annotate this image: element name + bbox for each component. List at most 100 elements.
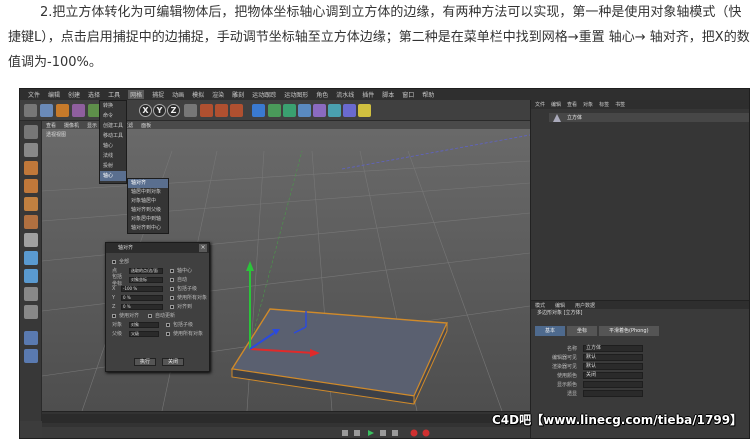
scale-icon[interactable] <box>72 104 85 117</box>
all-objects-checkbox[interactable] <box>170 295 174 300</box>
menu-tools[interactable]: 工具 <box>108 90 120 99</box>
apply-button[interactable]: 执行 <box>134 358 156 366</box>
deformer-icon[interactable] <box>313 104 326 117</box>
timeline-ruler[interactable] <box>42 414 530 423</box>
lock-workplane-icon[interactable] <box>24 305 38 319</box>
menu-plugins[interactable]: 插件 <box>362 90 374 99</box>
menu-script[interactable]: 脚本 <box>382 90 394 99</box>
attr-subtab-phong[interactable]: 平滑着色(Phong) <box>599 326 659 336</box>
om-tab-file[interactable]: 文件 <box>535 101 545 108</box>
edges-mode-icon[interactable] <box>24 215 38 229</box>
object-select[interactable]: 对象 <box>129 321 159 328</box>
auto-checkbox[interactable] <box>170 277 174 282</box>
camera-icon[interactable] <box>343 104 356 117</box>
submenu-item[interactable]: 对象居中到轴 <box>128 215 168 224</box>
center-checkbox[interactable] <box>170 268 174 273</box>
polygons-mode-icon[interactable] <box>24 233 38 247</box>
grid-icon[interactable] <box>24 331 38 345</box>
layer-icon[interactable] <box>24 349 38 363</box>
x-value-field[interactable]: -100 % <box>121 285 163 292</box>
submenu-item[interactable]: 对象轴居中 <box>128 197 168 206</box>
attr-render-visible-select[interactable]: 默认 <box>583 363 643 370</box>
z-value-field[interactable]: 0 % <box>121 303 163 310</box>
menu-character[interactable]: 角色 <box>316 90 328 99</box>
om-tab-edit[interactable]: 编辑 <box>551 101 561 108</box>
auto-update-checkbox[interactable] <box>148 313 153 318</box>
om-tab-bookmark[interactable]: 书签 <box>615 101 625 108</box>
children-checkbox[interactable] <box>170 286 174 291</box>
z-axis-button[interactable]: Z <box>167 104 180 117</box>
axis-mode-icon[interactable] <box>24 251 38 265</box>
attr-tab-edit[interactable]: 编辑 <box>555 302 565 309</box>
menu-select[interactable]: 选择 <box>88 90 100 99</box>
menu-file[interactable]: 文件 <box>28 90 40 99</box>
snap-icon[interactable] <box>24 269 38 283</box>
make-editable-icon[interactable] <box>24 125 38 139</box>
subdivision-icon[interactable] <box>283 104 296 117</box>
om-tab-object[interactable]: 对象 <box>583 101 593 108</box>
attr-xray-checkbox[interactable] <box>583 390 643 397</box>
points-select[interactable]: 选取的点/边/面 <box>129 267 163 274</box>
undo-icon[interactable] <box>24 104 37 117</box>
align-to-checkbox[interactable] <box>170 304 174 309</box>
include-children-checkbox[interactable] <box>166 322 170 327</box>
menu-item[interactable]: 法线 <box>100 151 126 161</box>
live-select-icon[interactable] <box>40 104 53 117</box>
coordinate-system-icon[interactable] <box>184 104 197 117</box>
viewport-tab-camera[interactable]: 摄像机 <box>64 122 79 129</box>
coords-select[interactable]: 对象坐标 <box>129 276 163 283</box>
use-align-checkbox[interactable] <box>112 313 116 318</box>
menu-mesh[interactable]: 网格 <box>128 90 145 99</box>
workplane-icon[interactable] <box>24 179 38 193</box>
menu-item[interactable]: 轴心 <box>100 141 126 151</box>
menu-item[interactable]: 投射 <box>100 161 126 171</box>
om-tab-tag[interactable]: 标签 <box>599 101 609 108</box>
texture-mode-icon[interactable] <box>24 161 38 175</box>
y-value-field[interactable]: 0 % <box>121 294 163 301</box>
render-picture-icon[interactable] <box>215 104 228 117</box>
viewport-tab-display[interactable]: 显示 <box>87 122 97 129</box>
model-mode-icon[interactable] <box>24 143 38 157</box>
attr-use-color-select[interactable]: 关闭 <box>583 372 643 379</box>
menu-item-axis[interactable]: 轴心 <box>100 171 126 181</box>
render-view-icon[interactable] <box>200 104 213 117</box>
pen-icon[interactable] <box>268 104 281 117</box>
tweak-icon[interactable] <box>24 287 38 301</box>
attr-name-field[interactable]: 立方体 <box>583 345 643 352</box>
viewport-tab-view[interactable]: 查看 <box>46 122 56 129</box>
points-mode-icon[interactable] <box>24 197 38 211</box>
dialog-close-icon[interactable]: × <box>199 244 207 252</box>
menu-edit[interactable]: 编辑 <box>48 90 60 99</box>
environment-icon[interactable] <box>328 104 341 117</box>
attr-tab-userdata[interactable]: 用户数据 <box>575 302 595 309</box>
menu-item[interactable]: 转换 <box>100 101 126 111</box>
submenu-item[interactable]: 轴居中到对象 <box>128 188 168 197</box>
submenu-item[interactable]: 轴对齐到父级 <box>128 206 168 215</box>
menu-item[interactable]: 创建工具 <box>100 121 126 131</box>
submenu-item[interactable]: 轴对齐到中心 <box>128 224 168 233</box>
attr-editor-visible-select[interactable]: 默认 <box>583 354 643 361</box>
array-icon[interactable] <box>298 104 311 117</box>
menu-motion-tracking[interactable]: 运动跟踪 <box>252 90 276 99</box>
menu-simulate[interactable]: 模拟 <box>192 90 204 99</box>
menu-animate[interactable]: 动画 <box>172 90 184 99</box>
viewport-tab-panel[interactable]: 面板 <box>141 122 151 129</box>
parent-select[interactable]: 父级 <box>129 330 159 337</box>
move-icon[interactable] <box>56 104 69 117</box>
object-row-cube[interactable]: 立方体 <box>549 113 749 122</box>
om-tab-view[interactable]: 查看 <box>567 101 577 108</box>
attr-subtab-basic[interactable]: 基本 <box>535 326 566 336</box>
menu-item[interactable]: 命令 <box>100 111 126 121</box>
menu-item[interactable]: 移动工具 <box>100 131 126 141</box>
use-all-objects-checkbox[interactable] <box>166 331 170 336</box>
submenu-axis-align[interactable]: 轴对齐 <box>128 179 168 188</box>
attr-tab-mode[interactable]: 模式 <box>535 302 545 309</box>
menu-pipeline[interactable]: 流水线 <box>336 90 354 99</box>
menu-render[interactable]: 渲染 <box>212 90 224 99</box>
menu-window[interactable]: 窗口 <box>402 90 414 99</box>
attr-display-color-field[interactable] <box>583 381 643 388</box>
cube-icon[interactable] <box>252 104 265 117</box>
menu-create[interactable]: 创建 <box>68 90 80 99</box>
menu-mograph[interactable]: 运动图形 <box>284 90 308 99</box>
attr-subtab-coord[interactable]: 坐标 <box>567 326 598 336</box>
